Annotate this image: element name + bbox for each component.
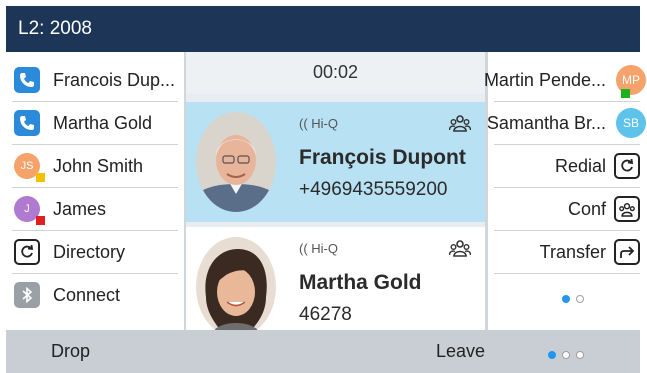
caller-name: Martha Gold <box>299 271 422 294</box>
line-key-label: Directory <box>53 242 126 262</box>
participants-icon <box>448 239 472 257</box>
softkey-page-indicator[interactable] <box>548 346 590 364</box>
left-line-keys: Francois Dup... Martha Gold JS John Smit… <box>6 52 184 330</box>
leave-softkey[interactable]: Leave <box>436 341 485 362</box>
line-key-directory[interactable]: Directory <box>6 231 184 274</box>
line-key-james[interactable]: J James <box>6 188 184 231</box>
line-key-label: Samantha Br... <box>486 113 606 133</box>
caller-number: +4969435559200 <box>299 179 448 200</box>
line-key-connect[interactable]: Connect <box>6 274 184 317</box>
bluetooth-icon <box>14 282 40 308</box>
line-header: L2: 2008 <box>6 6 640 52</box>
redial-key[interactable]: Redial <box>488 145 640 188</box>
contact-photo <box>196 112 276 212</box>
line-key-label: Conf <box>567 199 606 219</box>
participants-icon <box>448 114 472 132</box>
page-dot <box>576 351 584 359</box>
hd-audio-label: (( Hi-Q <box>299 116 338 131</box>
contact-photo <box>196 237 276 337</box>
line-key-label: Connect <box>53 285 121 305</box>
line-key-label: Martha Gold <box>53 113 153 133</box>
softkey-bar: Drop Leave <box>6 330 640 373</box>
presence-status-icon <box>36 216 45 225</box>
active-call[interactable]: (( Hi-Q François Dupont +4969435559200 <box>186 102 485 222</box>
presence-status-icon <box>621 89 630 98</box>
conference-icon <box>614 196 640 222</box>
caller-name: François Dupont <box>299 146 466 169</box>
phone-icon <box>14 67 40 93</box>
transfer-icon <box>614 239 640 265</box>
avatar: SB <box>616 108 646 138</box>
page-dot <box>576 295 584 303</box>
directory-icon <box>14 239 40 265</box>
presence-status-icon <box>36 173 45 182</box>
line-key-label: Transfer <box>539 242 606 262</box>
line-key-martha[interactable]: Martha Gold <box>6 102 184 145</box>
page-dot <box>562 351 570 359</box>
held-call[interactable]: (( Hi-Q Martha Gold 46278 <box>186 227 485 347</box>
phone-icon <box>14 110 40 136</box>
line-key-label: John Smith <box>53 156 144 176</box>
line-key-francois[interactable]: Francois Dup... <box>6 59 184 102</box>
line-key-label: Redial <box>554 156 606 176</box>
line-key-page-indicator[interactable] <box>562 290 590 308</box>
conference-key[interactable]: Conf <box>488 188 640 231</box>
page-dot-active <box>562 295 570 303</box>
transfer-key[interactable]: Transfer <box>488 231 640 274</box>
line-key-samantha[interactable]: Samantha Br... SB <box>486 102 646 145</box>
line-key-label: Martin Pende... <box>483 70 606 90</box>
line-label: L2: 2008 <box>18 18 92 39</box>
main-screen: Francois Dup... Martha Gold JS John Smit… <box>6 52 646 347</box>
right-line-keys: Martin Pende... MP Samantha Br... SB Red… <box>484 52 646 330</box>
drop-softkey[interactable]: Drop <box>51 341 90 362</box>
line-key-label: James <box>53 199 107 219</box>
hd-audio-label: (( Hi-Q <box>299 241 338 256</box>
line-key-martin[interactable]: Martin Pende... MP <box>484 59 646 102</box>
page-dot-active <box>548 351 556 359</box>
redial-icon <box>614 153 640 179</box>
line-key-label: Francois Dup... <box>53 70 176 90</box>
call-timer: 00:02 <box>186 52 485 94</box>
divider <box>494 273 640 274</box>
line-key-john-smith[interactable]: JS John Smith <box>6 145 184 188</box>
caller-number: 46278 <box>299 304 352 325</box>
call-list: 00:02 (( Hi-Q François Dupont +496943555… <box>186 52 485 347</box>
